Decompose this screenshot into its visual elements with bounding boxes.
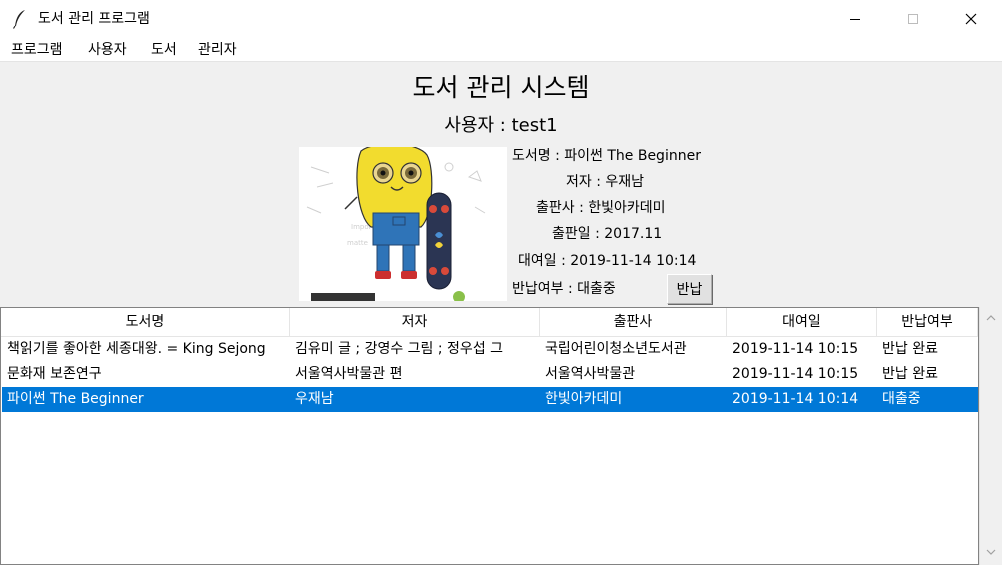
title-bar: 도서 관리 프로그램 [0, 0, 1002, 38]
cell-loan-date: 2019-11-14 10:14 [732, 391, 859, 407]
column-header-author[interactable]: 저자 [290, 308, 540, 337]
column-header-publisher[interactable]: 출판사 [540, 308, 727, 337]
close-button[interactable] [942, 0, 1000, 38]
menu-admin[interactable]: 관리자 [197, 40, 238, 60]
info-author: 저자 : 우재남 [566, 174, 645, 190]
info-title: 도서명 : 파이썬 The Beginner [512, 148, 701, 164]
table-row[interactable]: 책읽기를 좋아한 세종대왕. = King Sejong 김유미 글 ; 강영수… [2, 337, 978, 362]
menu-user[interactable]: 사용자 [87, 40, 128, 60]
cell-loan-date: 2019-11-14 10:15 [732, 366, 859, 382]
maximize-icon [908, 14, 918, 24]
table-row[interactable]: 문화재 보존연구 서울역사박물관 편 서울역사박물관 2019-11-14 10… [2, 362, 978, 387]
loan-table[interactable]: 도서명 저자 출판사 대여일 반납여부 책읽기를 좋아한 세종대왕. = Kin… [0, 307, 979, 565]
book-cover-illustration: Import matte [299, 147, 507, 301]
scroll-down-button[interactable] [980, 543, 1001, 561]
table-scrollbar[interactable] [979, 307, 1001, 565]
menu-book[interactable]: 도서 [150, 40, 178, 60]
info-pubdate: 출판일 : 2017.11 [552, 226, 663, 242]
cell-author: 김유미 글 ; 강영수 그림 ; 정우섭 그 [295, 341, 504, 357]
info-return-status: 반납여부 : 대출중 [512, 281, 616, 297]
cell-title: 파이썬 The Beginner [7, 391, 144, 407]
cell-return-status: 반납 완료 [882, 341, 938, 357]
minimize-button[interactable] [826, 0, 884, 38]
cell-publisher: 국립어린이청소년도서관 [545, 341, 687, 357]
current-user: 사용자 : test1 [444, 115, 558, 136]
column-header-loan-date[interactable]: 대여일 [727, 308, 877, 337]
cell-title: 책읽기를 좋아한 세종대왕. = King Sejong [7, 341, 266, 357]
feather-icon [12, 10, 25, 29]
scroll-up-button[interactable] [980, 309, 1001, 327]
cell-return-status: 반납 완료 [882, 366, 938, 382]
maximize-button[interactable] [884, 0, 942, 38]
cell-author: 서울역사박물관 편 [295, 366, 403, 382]
table-header: 도서명 저자 출판사 대여일 반납여부 [1, 308, 979, 337]
scroll-down-arrow-icon [986, 549, 995, 555]
column-header-title[interactable]: 도서명 [1, 308, 290, 337]
column-header-return-status[interactable]: 반납여부 [877, 308, 978, 337]
cell-publisher: 서울역사박물관 [545, 366, 636, 382]
menu-program[interactable]: 프로그램 [10, 40, 64, 60]
close-icon [965, 13, 977, 25]
cell-author: 우재남 [295, 391, 334, 407]
menu-bar: 프로그램 사용자 도서 관리자 [0, 38, 1002, 62]
page-title: 도서 관리 시스템 [412, 73, 590, 102]
table-row-selected[interactable]: 파이썬 The Beginner 우재남 한빛아카데미 2019-11-14 1… [2, 387, 978, 412]
cell-return-status: 대출중 [882, 391, 921, 407]
book-cover-image: Import matte [299, 147, 507, 301]
info-loan-date: 대여일 : 2019-11-14 10:14 [518, 253, 697, 269]
window-title: 도서 관리 프로그램 [38, 11, 150, 27]
minimize-icon [850, 19, 860, 20]
cell-loan-date: 2019-11-14 10:15 [732, 341, 859, 357]
scroll-up-arrow-icon [986, 315, 995, 321]
cell-publisher: 한빛아카데미 [545, 391, 623, 407]
cell-title: 문화재 보존연구 [7, 366, 102, 382]
return-button[interactable]: 반납 [667, 274, 712, 304]
info-publisher: 출판사 : 한빛아카데미 [536, 200, 666, 216]
svg-text:matte: matte [347, 239, 368, 247]
